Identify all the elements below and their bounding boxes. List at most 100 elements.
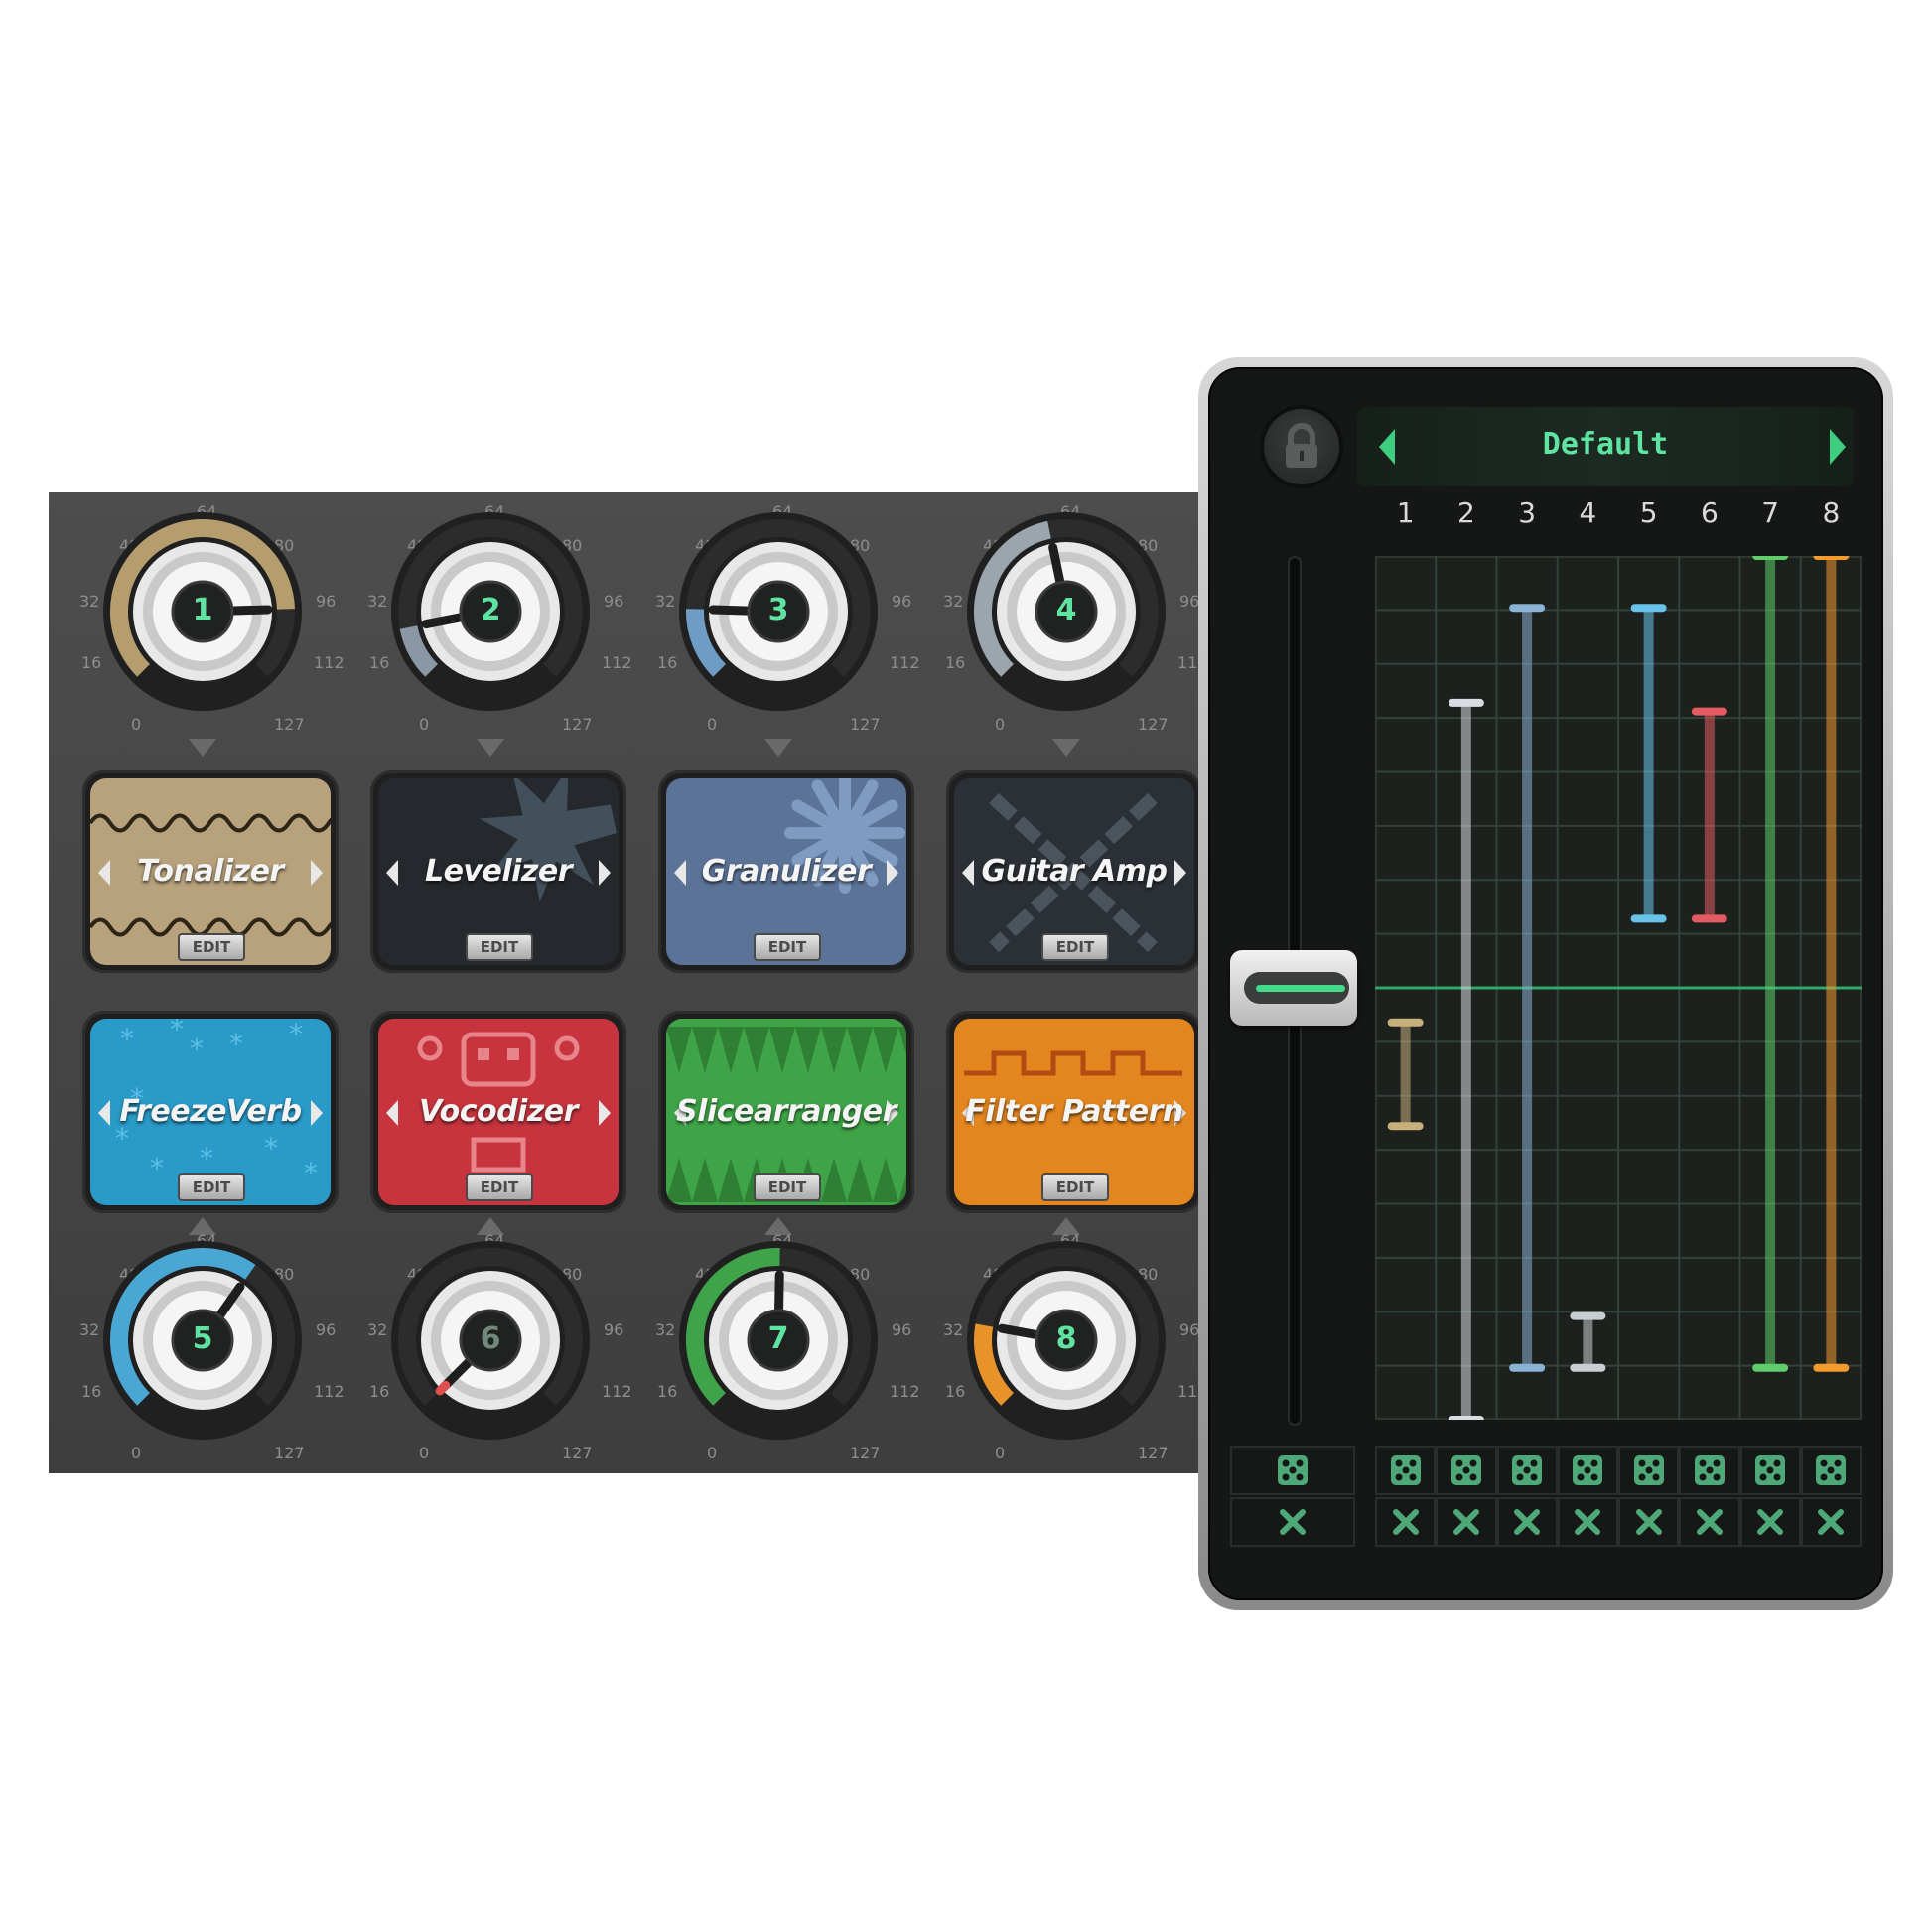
- modulation-grid[interactable]: [1375, 556, 1862, 1420]
- knob-scale-label: 112: [602, 1382, 632, 1401]
- knob-number: 5: [192, 1321, 213, 1356]
- knob-number: 1: [192, 593, 213, 627]
- knob-number: 7: [767, 1321, 789, 1356]
- lane-clear-button[interactable]: [1436, 1497, 1497, 1547]
- knob-number: 4: [1055, 593, 1077, 627]
- knob-scale-label: 16: [945, 1382, 966, 1401]
- knob-scale-label: 127: [1138, 715, 1169, 734]
- knob-7[interactable]: 01632486480961121277: [629, 1223, 927, 1462]
- modulation-lane-8[interactable]: [1813, 556, 1850, 1372]
- master-slider-handle[interactable]: [1230, 950, 1357, 1026]
- close-icon: [1280, 1509, 1306, 1535]
- knob-8[interactable]: 01632486480961121278: [917, 1223, 1215, 1462]
- knob-scale-label: 32: [943, 592, 964, 611]
- knob-6[interactable]: 01632486480961121276: [342, 1223, 639, 1462]
- preset-next-arrow-icon[interactable]: [1830, 429, 1846, 465]
- lane-randomize-button[interactable]: [1679, 1446, 1740, 1495]
- lane-clear-button[interactable]: [1679, 1497, 1740, 1547]
- edit-button[interactable]: EDIT: [754, 933, 821, 961]
- close-icon: [1392, 1509, 1419, 1535]
- modulation-lane-6[interactable]: [1691, 707, 1727, 923]
- knob-3[interactable]: 01632486480961121273: [629, 494, 927, 734]
- edit-button[interactable]: EDIT: [178, 1173, 245, 1201]
- preset-name[interactable]: Default: [1357, 427, 1854, 462]
- lane-clear-button[interactable]: [1557, 1497, 1618, 1547]
- lock-button[interactable]: [1264, 409, 1339, 484]
- dice-icon: [1278, 1455, 1308, 1485]
- lane-randomize-button[interactable]: [1436, 1446, 1497, 1495]
- dice-icon: [1816, 1455, 1847, 1485]
- modulation-lane-4[interactable]: [1570, 1311, 1606, 1372]
- effect-slot-8: Filter Pattern EDIT: [946, 1011, 1202, 1213]
- edit-button[interactable]: EDIT: [754, 1173, 821, 1201]
- column-number: 6: [1700, 496, 1719, 529]
- knob-scale-label: 16: [369, 1382, 390, 1401]
- effect-name: Tonalizer: [137, 854, 284, 889]
- effect-card[interactable]: Levelizer EDIT: [378, 778, 619, 965]
- effect-card[interactable]: Vocodizer EDIT: [378, 1019, 619, 1205]
- lane-clear-button[interactable]: [1739, 1497, 1801, 1547]
- svg-text:*: *: [120, 1023, 134, 1055]
- lane-randomize-button[interactable]: [1739, 1446, 1801, 1495]
- effect-name: Levelizer: [424, 854, 573, 889]
- lane-clear-button[interactable]: [1618, 1497, 1680, 1547]
- edit-button[interactable]: EDIT: [178, 933, 245, 961]
- knob-2[interactable]: 01632486480961121272: [342, 494, 639, 734]
- lane-randomize-button[interactable]: [1557, 1446, 1618, 1495]
- effect-card[interactable]: Slicearranger EDIT: [666, 1019, 906, 1205]
- close-icon: [1757, 1509, 1784, 1535]
- svg-text:*: *: [200, 1142, 213, 1174]
- modulation-lane-1[interactable]: [1387, 1018, 1424, 1131]
- effect-slot-7: Slicearranger EDIT: [658, 1011, 914, 1213]
- effect-slot-5: * * * * * * * * * * * * FreezeVerb EDIT: [82, 1011, 339, 1213]
- knob-scale-label: 96: [316, 592, 337, 611]
- effect-slot-1: Tonalizer EDIT: [82, 770, 339, 973]
- edit-button[interactable]: EDIT: [1041, 1173, 1109, 1201]
- knob-scale-label: 0: [707, 715, 718, 734]
- knob-scale-label: 16: [81, 1382, 102, 1401]
- effect-card[interactable]: * * * * * * * * * * * * FreezeVerb EDIT: [90, 1019, 331, 1205]
- knob-number: 3: [767, 593, 789, 627]
- column-number: 1: [1396, 496, 1415, 529]
- edit-button[interactable]: EDIT: [1041, 933, 1109, 961]
- knob-1[interactable]: 01632486480961121271: [54, 494, 351, 734]
- effect-name: Slicearranger: [676, 1094, 897, 1129]
- edit-button[interactable]: EDIT: [466, 1173, 533, 1201]
- lane-clear-button[interactable]: [1375, 1497, 1437, 1547]
- lane-randomize-button[interactable]: [1496, 1446, 1558, 1495]
- knob-4[interactable]: 01632486480961121274: [917, 494, 1215, 734]
- knob-scale-label: 96: [316, 1320, 337, 1339]
- effect-name: FreezeVerb: [119, 1094, 302, 1129]
- knob-scale-label: 127: [274, 715, 305, 734]
- effects-panel: 01632486480961121271TonalizerEDIT*******…: [49, 492, 1210, 1473]
- modulation-lane-5[interactable]: [1630, 604, 1667, 923]
- effect-card[interactable]: Granulizer EDIT: [666, 778, 906, 965]
- effect-card[interactable]: Tonalizer EDIT: [90, 778, 331, 965]
- knob-scale-label: 32: [655, 1320, 676, 1339]
- master-clear-button[interactable]: [1230, 1497, 1355, 1547]
- dice-icon: [1755, 1455, 1786, 1485]
- edit-button[interactable]: EDIT: [466, 933, 533, 961]
- effect-card[interactable]: Guitar Amp EDIT: [954, 778, 1194, 965]
- svg-text:*: *: [150, 1152, 164, 1184]
- svg-text:*: *: [190, 1033, 204, 1065]
- knob-scale-label: 0: [131, 1444, 142, 1462]
- lane-clear-button[interactable]: [1800, 1497, 1862, 1547]
- knob-scale-label: 32: [367, 592, 388, 611]
- modulation-lane-7[interactable]: [1752, 556, 1789, 1372]
- column-number: 7: [1761, 496, 1780, 529]
- knob-scale-label: 112: [890, 1382, 920, 1401]
- effect-slot-2: Levelizer EDIT: [370, 770, 626, 973]
- knob-5[interactable]: 01632486480961121275: [54, 1223, 351, 1462]
- svg-text:*: *: [264, 1132, 278, 1165]
- lane-randomize-button[interactable]: [1375, 1446, 1437, 1495]
- lane-randomize-button[interactable]: [1800, 1446, 1862, 1495]
- master-randomize-button[interactable]: [1230, 1446, 1355, 1495]
- knob-scale-label: 32: [943, 1320, 964, 1339]
- effect-card[interactable]: Filter Pattern EDIT: [954, 1019, 1194, 1205]
- lane-randomize-button[interactable]: [1618, 1446, 1680, 1495]
- svg-text:*: *: [304, 1157, 318, 1189]
- lane-clear-button[interactable]: [1496, 1497, 1558, 1547]
- knob-scale-label: 16: [369, 653, 390, 672]
- knob-scale-label: 127: [562, 715, 593, 734]
